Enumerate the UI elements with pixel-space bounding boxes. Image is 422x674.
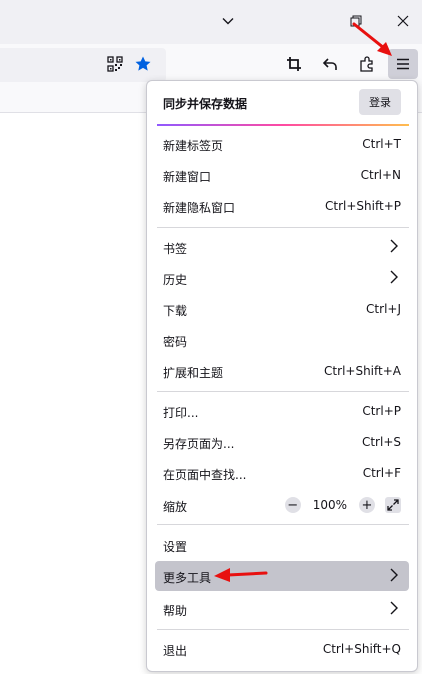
zoom-out-button[interactable]: −: [284, 497, 301, 513]
zoom-reset-value[interactable]: 100%: [313, 498, 347, 512]
menu-item-downloads[interactable]: 下载 Ctrl+J: [155, 294, 409, 324]
menu-item-label: 新建窗口: [163, 170, 212, 184]
menu-item-label: 扩展和主题: [163, 366, 224, 380]
menu-item-new-private-window[interactable]: 新建隐私窗口 Ctrl+Shift+P: [155, 191, 409, 221]
zoom-controls: − 100% +: [284, 495, 401, 515]
menu-separator: [157, 391, 409, 392]
menu-item-passwords[interactable]: 密码: [155, 325, 409, 355]
menu-separator: [157, 227, 409, 228]
zoom-in-button[interactable]: +: [359, 497, 375, 513]
menu-item-shortcut: Ctrl+F: [362, 466, 401, 480]
menu-item-new-tab[interactable]: 新建标签页 Ctrl+T: [155, 129, 409, 159]
menu-item-zoom: 缩放 − 100% +: [155, 490, 409, 520]
menu-item-bookmarks[interactable]: 书签: [155, 232, 409, 262]
menu-item-find-in-page[interactable]: 在页面中查找... Ctrl+F: [155, 458, 409, 488]
menu-item-addons-themes[interactable]: 扩展和主题 Ctrl+Shift+A: [155, 356, 409, 386]
menu-item-label: 新建标签页: [163, 139, 224, 153]
menu-separator: [157, 524, 409, 525]
menu-item-shortcut: Ctrl+Shift+Q: [322, 642, 401, 656]
restore-window-icon[interactable]: [341, 6, 371, 36]
menu-item-print[interactable]: 打印... Ctrl+P: [155, 396, 409, 426]
menu-item-label: 更多工具: [163, 571, 212, 585]
menu-item-more-tools[interactable]: 更多工具: [155, 561, 409, 591]
menu-separator: [157, 629, 409, 630]
menu-item-shortcut: Ctrl+P: [362, 404, 401, 418]
sync-section: 同步并保存数据 登录: [147, 81, 417, 125]
bookmark-star-icon[interactable]: [128, 49, 158, 79]
menu-item-label: 帮助: [163, 604, 188, 618]
list-all-tabs-icon[interactable]: [213, 6, 243, 36]
chevron-right-icon: [390, 601, 398, 615]
screenshot-crop-icon[interactable]: [279, 49, 309, 79]
window-titlebar: [0, 0, 422, 44]
menu-item-help[interactable]: 帮助: [155, 594, 409, 624]
sync-title: 同步并保存数据: [163, 97, 248, 111]
menu-item-shortcut: Ctrl+T: [362, 137, 401, 151]
extensions-icon[interactable]: [352, 49, 382, 79]
chevron-right-icon: [390, 239, 398, 253]
menu-item-quit[interactable]: 退出 Ctrl+Shift+Q: [155, 634, 409, 664]
close-window-icon[interactable]: [388, 6, 418, 36]
menu-item-shortcut: Ctrl+J: [366, 302, 401, 316]
menu-item-save-page-as[interactable]: 另存页面为... Ctrl+S: [155, 427, 409, 457]
menu-item-label: 下载: [163, 304, 188, 318]
menu-item-label: 缩放: [163, 500, 188, 514]
menu-item-shortcut: Ctrl+Shift+A: [324, 364, 401, 378]
menu-item-label: 新建隐私窗口: [163, 201, 236, 215]
menu-item-label: 密码: [163, 335, 188, 349]
menu-item-label: 退出: [163, 644, 188, 658]
menu-item-label: 另存页面为...: [163, 437, 235, 451]
menu-item-label: 历史: [163, 273, 188, 287]
undo-close-tab-icon[interactable]: [315, 49, 345, 79]
chevron-right-icon: [390, 270, 398, 284]
menu-item-shortcut: Ctrl+N: [360, 168, 401, 182]
menu-item-label: 打印...: [163, 406, 199, 420]
menu-item-new-window[interactable]: 新建窗口 Ctrl+N: [155, 160, 409, 190]
menu-item-shortcut: Ctrl+Shift+P: [325, 199, 401, 213]
sign-in-button[interactable]: 登录: [359, 89, 401, 115]
app-menu-panel: 同步并保存数据 登录 新建标签页 Ctrl+T 新建窗口 Ctrl+N 新建隐私…: [146, 80, 418, 672]
fullscreen-icon[interactable]: [385, 497, 401, 513]
qr-code-icon[interactable]: [100, 49, 130, 79]
app-menu-hamburger-icon[interactable]: [388, 49, 418, 79]
menu-item-history[interactable]: 历史: [155, 263, 409, 293]
menu-item-label: 设置: [163, 540, 188, 554]
menu-item-label: 书签: [163, 242, 188, 256]
menu-item-label: 在页面中查找...: [163, 468, 247, 482]
menu-item-shortcut: Ctrl+S: [361, 435, 401, 449]
sync-accent-divider: [157, 124, 409, 126]
menu-item-settings[interactable]: 设置: [155, 530, 409, 560]
chevron-right-icon: [390, 568, 398, 582]
